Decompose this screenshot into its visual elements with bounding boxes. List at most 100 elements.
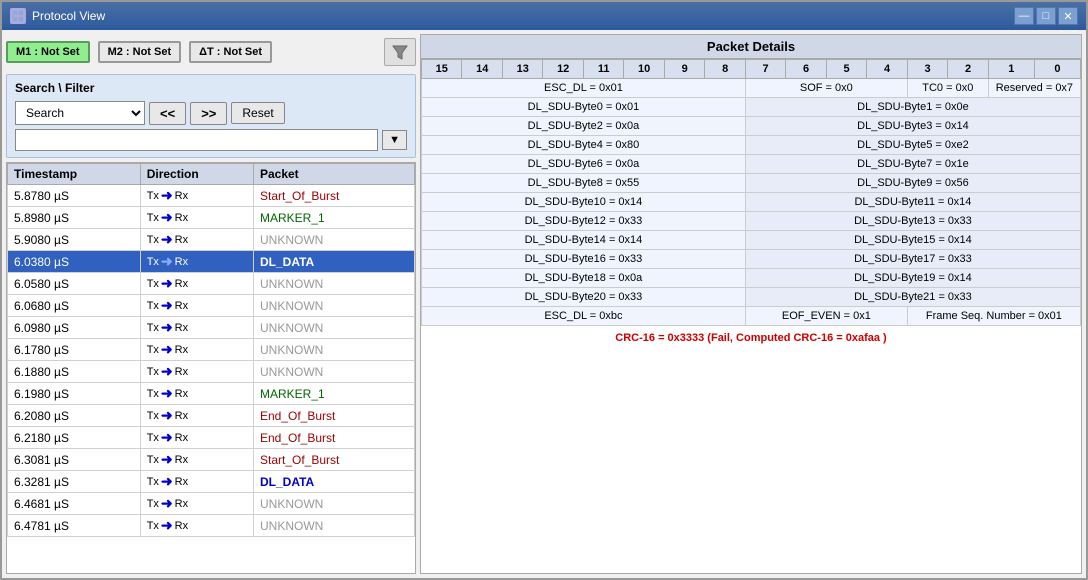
packet-label: MARKER_1 xyxy=(260,387,325,401)
dir-from: Tx xyxy=(147,410,159,422)
direction-arrow-icon: ➜ xyxy=(161,517,173,534)
left-panel: M1 : Not Set M2 : Not Set ΔT : Not Set S… xyxy=(6,34,416,574)
bit-header-cell: 7 xyxy=(745,60,785,79)
packet-label: UNKNOWN xyxy=(260,519,323,533)
bit-table-cell: DL_SDU-Byte17 = 0x33 xyxy=(745,250,1080,269)
dir-to: Rx xyxy=(175,410,188,422)
packet-table-scroll[interactable]: Timestamp Direction Packet 5.8780 µSTx➜R… xyxy=(7,163,415,573)
direction-arrow-icon: ➜ xyxy=(161,275,173,292)
bit-table-body: ESC_DL = 0x01SOF = 0x0TC0 = 0x0Reserved … xyxy=(422,79,1081,326)
dir-from: Tx xyxy=(147,278,159,290)
bit-table-row: DL_SDU-Byte10 = 0x14DL_SDU-Byte11 = 0x14 xyxy=(422,193,1081,212)
timestamp-cell: 6.1980 µS xyxy=(8,383,141,405)
table-row[interactable]: 6.1980 µSTx➜Rx MARKER_1 xyxy=(8,383,415,405)
packet-table-body: 5.8780 µSTx➜RxStart_Of_Burst5.8980 µSTx➜… xyxy=(8,185,415,537)
bit-header-cell: 4 xyxy=(867,60,907,79)
dir-to: Rx xyxy=(175,212,188,224)
bit-table-cell: DL_SDU-Byte9 = 0x56 xyxy=(745,174,1080,193)
bit-table-cell: ESC_DL = 0x01 xyxy=(422,79,746,98)
dir-from: Tx xyxy=(147,366,159,378)
table-row[interactable]: 6.2180 µSTx➜Rx End_Of_Burst xyxy=(8,427,415,449)
direction-arrow-icon: ➜ xyxy=(161,407,173,424)
table-row[interactable]: 5.8980 µSTx➜RxMARKER_1 xyxy=(8,207,415,229)
packet-name-cell: Start_Of_Burst xyxy=(253,449,414,471)
bit-table-cell: Frame Seq. Number = 0x01 xyxy=(907,307,1080,326)
search-filter-box: Search \ Filter Search << >> Reset ▼ xyxy=(6,74,416,158)
search-input-row: ▼ xyxy=(15,129,407,151)
bit-table-cell: DL_SDU-Byte4 = 0x80 xyxy=(422,136,746,155)
direction-arrow-icon: ➜ xyxy=(161,231,173,248)
table-row[interactable]: 5.9080 µSTx➜RxUNKNOWN xyxy=(8,229,415,251)
dt-button[interactable]: ΔT : Not Set xyxy=(189,41,272,63)
bit-header-cell: 12 xyxy=(543,60,583,79)
packet-table: Timestamp Direction Packet 5.8780 µSTx➜R… xyxy=(7,163,415,537)
next-button[interactable]: >> xyxy=(190,102,227,125)
table-row[interactable]: 6.4681 µSTx➜RxUNKNOWN xyxy=(8,493,415,515)
bit-header-cell: 14 xyxy=(462,60,502,79)
table-row[interactable]: 5.8780 µSTx➜RxStart_Of_Burst xyxy=(8,185,415,207)
table-row[interactable]: 6.4781 µSTx➜RxUNKNOWN xyxy=(8,515,415,537)
bit-table-cell: DL_SDU-Byte16 = 0x33 xyxy=(422,250,746,269)
packet-label: Start_Of_Burst xyxy=(260,453,339,467)
direction-cell: Tx➜Rx xyxy=(140,383,253,405)
direction-cell: Tx➜Rx xyxy=(140,251,253,273)
bit-table-cell: EOF_EVEN = 0x1 xyxy=(745,307,907,326)
bit-header-cell: 1 xyxy=(988,60,1034,79)
bit-grid[interactable]: 1514131211109876543210 ESC_DL = 0x01SOF … xyxy=(421,59,1081,573)
m1-button[interactable]: M1 : Not Set xyxy=(6,41,90,63)
minimize-button[interactable]: — xyxy=(1014,7,1034,25)
packet-name-cell: UNKNOWN xyxy=(253,493,414,515)
dir-from: Tx xyxy=(147,476,159,488)
close-button[interactable]: ✕ xyxy=(1058,7,1078,25)
prev-button[interactable]: << xyxy=(149,102,186,125)
bit-table-cell: DL_SDU-Byte6 = 0x0a xyxy=(422,155,746,174)
packet-label: End_Of_Burst xyxy=(260,431,335,445)
bit-table-cell: DL_SDU-Byte20 = 0x33 xyxy=(422,288,746,307)
dir-from: Tx xyxy=(147,300,159,312)
dir-to: Rx xyxy=(175,256,188,268)
table-row[interactable]: 6.3281 µSTx➜RxDL_DATA xyxy=(8,471,415,493)
toolbar-row: M1 : Not Set M2 : Not Set ΔT : Not Set xyxy=(6,34,416,70)
search-type-dropdown[interactable]: Search xyxy=(15,101,145,125)
timestamp-cell: 6.3281 µS xyxy=(8,471,141,493)
table-row[interactable]: 6.3081 µSTx➜RxStart_Of_Burst xyxy=(8,449,415,471)
packet-name-cell: UNKNOWN xyxy=(253,229,414,251)
table-row[interactable]: 6.1780 µSTx➜RxUNKNOWN xyxy=(8,339,415,361)
table-row[interactable]: 6.0580 µSTx➜RxUNKNOWN xyxy=(8,273,415,295)
table-row[interactable]: 6.0680 µSTx➜RxUNKNOWN xyxy=(8,295,415,317)
packet-label: UNKNOWN xyxy=(260,277,323,291)
table-row[interactable]: 6.0980 µSTx➜RxUNKNOWN xyxy=(8,317,415,339)
packet-name-cell: UNKNOWN xyxy=(253,515,414,537)
maximize-button[interactable]: □ xyxy=(1036,7,1056,25)
direction-cell: Tx➜Rx xyxy=(140,471,253,493)
bit-table-cell: DL_SDU-Byte0 = 0x01 xyxy=(422,98,746,117)
table-row[interactable]: 6.1880 µSTx➜RxUNKNOWN xyxy=(8,361,415,383)
col-direction: Direction xyxy=(140,164,253,185)
timestamp-cell: 6.2180 µS xyxy=(8,427,141,449)
direction-cell: Tx➜Rx xyxy=(140,185,253,207)
search-filter-title: Search \ Filter xyxy=(15,81,407,95)
direction-arrow-icon: ➜ xyxy=(161,341,173,358)
m2-button[interactable]: M2 : Not Set xyxy=(98,41,182,63)
search-dropdown-arrow[interactable]: ▼ xyxy=(382,130,407,150)
dir-from: Tx xyxy=(147,256,159,268)
search-input[interactable] xyxy=(15,129,378,151)
reset-button[interactable]: Reset xyxy=(231,102,284,124)
bit-table-cell: TC0 = 0x0 xyxy=(907,79,988,98)
filter-button[interactable] xyxy=(384,38,416,66)
packet-label: UNKNOWN xyxy=(260,321,323,335)
main-content: M1 : Not Set M2 : Not Set ΔT : Not Set S… xyxy=(2,30,1086,578)
dir-from: Tx xyxy=(147,190,159,202)
window-title: Protocol View xyxy=(32,9,105,23)
dir-from: Tx xyxy=(147,212,159,224)
bit-header-cell: 3 xyxy=(907,60,947,79)
direction-cell: Tx➜Rx xyxy=(140,427,253,449)
table-row[interactable]: 6.0380 µSTx➜RxDL_DATA xyxy=(8,251,415,273)
packet-name-cell: UNKNOWN xyxy=(253,317,414,339)
table-row[interactable]: 6.2080 µSTx➜RxEnd_Of_Burst xyxy=(8,405,415,427)
crc-row: CRC-16 = 0x3333 (Fail, Computed CRC-16 =… xyxy=(421,326,1081,350)
bit-header-cell: 10 xyxy=(624,60,664,79)
dir-to: Rx xyxy=(175,300,188,312)
dir-to: Rx xyxy=(175,344,188,356)
search-row: Search << >> Reset xyxy=(15,101,407,125)
